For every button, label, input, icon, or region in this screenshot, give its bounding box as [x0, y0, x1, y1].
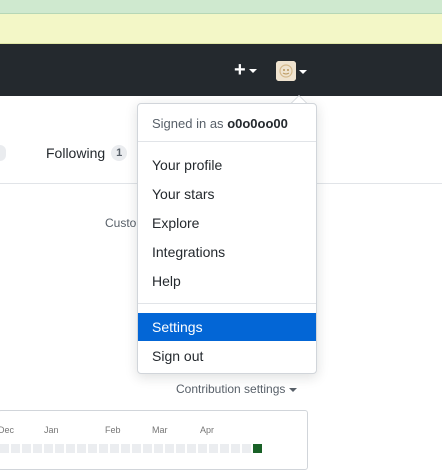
contribution-cell	[0, 444, 9, 453]
avatar-icon	[276, 61, 296, 81]
tab-following-label: Following	[46, 145, 106, 161]
dropdown-divider	[138, 141, 316, 142]
contribution-settings-button[interactable]: Contribution settings	[176, 382, 298, 396]
month-label: Apr	[200, 425, 215, 435]
global-header	[0, 44, 442, 96]
dropdown-divider	[138, 303, 316, 304]
contribution-cell	[88, 444, 97, 453]
caret-down-icon	[248, 69, 257, 73]
contribution-cell	[55, 444, 64, 453]
contribution-cell	[198, 444, 207, 453]
caret-down-icon	[289, 387, 298, 392]
contribution-cell	[77, 444, 86, 453]
contribution-cell	[33, 444, 42, 453]
create-new-button[interactable]: +	[234, 60, 262, 80]
contribution-cell	[187, 444, 196, 453]
menu-item-your-stars[interactable]: Your stars	[138, 180, 316, 208]
dropdown-caret-fill	[292, 96, 306, 103]
customize-link[interactable]: Custo	[105, 216, 136, 230]
contribution-cell	[99, 444, 108, 453]
month-label: Dec	[0, 425, 15, 435]
following-count-badge: 1	[111, 145, 128, 161]
contribution-calendar	[0, 410, 308, 470]
menu-item-your-profile[interactable]: Your profile	[138, 151, 316, 179]
menu-item-explore[interactable]: Explore	[138, 209, 316, 237]
tab-following[interactable]: Following 1	[46, 145, 128, 161]
contribution-cell	[209, 444, 218, 453]
contribution-cell	[220, 444, 229, 453]
menu-item-help[interactable]: Help	[138, 267, 316, 295]
contribution-cell	[165, 444, 174, 453]
contribution-cell	[11, 444, 20, 453]
menu-item-integrations[interactable]: Integrations	[138, 238, 316, 266]
contribution-cell	[132, 444, 141, 453]
menu-item-settings[interactable]: Settings	[138, 313, 316, 341]
month-label: Feb	[105, 425, 121, 435]
user-dropdown-menu: Signed in as o0o0oo00 Your profile Your …	[137, 103, 317, 374]
signed-in-header: Signed in as o0o0oo00	[152, 116, 288, 131]
contribution-cell	[242, 444, 251, 453]
contribution-cell	[121, 444, 130, 453]
contribution-cell	[44, 444, 53, 453]
top-notice-band	[0, 0, 442, 14]
contribution-cell	[176, 444, 185, 453]
month-label: Jan	[44, 425, 59, 435]
contribution-cell	[22, 444, 31, 453]
flash-banner	[0, 14, 442, 44]
plus-icon: +	[234, 59, 246, 81]
contribution-cell	[66, 444, 75, 453]
contribution-cell	[154, 444, 163, 453]
contribution-cell	[110, 444, 119, 453]
caret-down-icon	[299, 70, 307, 74]
menu-item-sign-out[interactable]: Sign out	[138, 342, 316, 370]
contribution-cells	[0, 444, 264, 456]
month-label: Mar	[152, 425, 168, 435]
user-menu-button[interactable]	[276, 60, 312, 82]
contribution-settings-label: Contribution settings	[176, 382, 286, 396]
signed-in-prefix: Signed in as	[152, 116, 224, 131]
contribution-cell-active	[253, 444, 262, 453]
contribution-cell	[143, 444, 152, 453]
signed-in-username: o0o0oo00	[227, 116, 288, 131]
contribution-cell	[231, 444, 240, 453]
